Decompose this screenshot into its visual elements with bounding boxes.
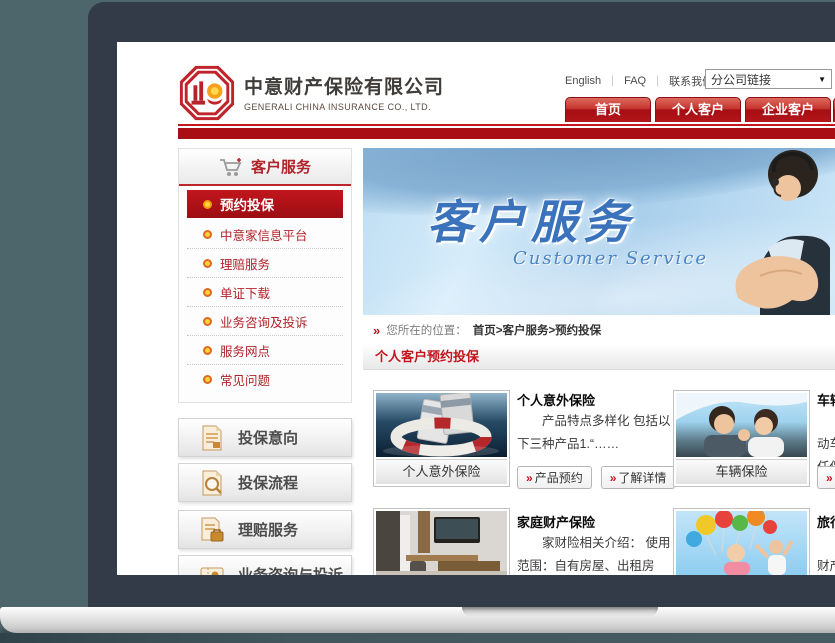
arrow-icon: »	[826, 471, 833, 485]
product-image-lifebuoy	[376, 393, 507, 457]
sidebar-menu-title: 客户服务	[251, 156, 311, 177]
laptop-latch-notch	[462, 607, 658, 616]
breadcrumb-prefix: 您所在的位置：	[386, 322, 467, 338]
product-text-home-property: 家庭财产保险 家财险相关介绍： 使用范围：自有房屋、出租房屋、其	[517, 512, 675, 575]
ticket-icon	[199, 561, 225, 576]
product-details-button[interactable]: » 了解详情	[601, 466, 676, 489]
sidebar-item-booking[interactable]: 预约投保	[187, 190, 343, 218]
separator: ｜	[652, 73, 663, 89]
product-actions-accident: » 产品预约 » 了解详情	[517, 466, 675, 489]
breadcrumb-trail[interactable]: 首页>客户服务>预约投保	[473, 322, 601, 338]
breadcrumb: » 您所在的位置： 首页>客户服务>预约投保	[363, 318, 835, 342]
product-body: 产品特点多样化 包括以下三种产品1.“……	[517, 410, 675, 456]
sidebar-button-insure-intent[interactable]: 投保意向	[178, 418, 352, 457]
tab-home[interactable]: 首页	[565, 97, 651, 122]
cart-icon	[219, 157, 243, 177]
tab-personal[interactable]: 个人客户	[655, 97, 741, 122]
product-card-vehicle[interactable]: 车辆保险	[673, 390, 810, 487]
sidebar-item-faq[interactable]: 常见问题	[187, 365, 343, 394]
product-card-accident[interactable]: 个人意外保险	[373, 390, 510, 487]
sidebar-menu-header: 客户服务	[179, 149, 351, 186]
banner: 客户服务 Customer Service	[363, 148, 835, 315]
arrow-icon: »	[526, 471, 533, 485]
sidebar-item-downloads[interactable]: 单证下载	[187, 278, 343, 307]
laptop-mockup: 中意财产保险有限公司 GENERALI CHINA INSURANCE CO.,…	[0, 0, 835, 643]
laptop-base	[0, 607, 835, 633]
form-doc-icon	[199, 424, 225, 452]
bullet-dot-icon	[203, 375, 212, 384]
sidebar-button-consult-complaint[interactable]: 业务咨询与投诉	[178, 555, 352, 575]
product-image-balloons	[676, 511, 807, 575]
company-logo-icon	[178, 64, 236, 122]
company-name-cn: 中意财产保险有限公司	[244, 72, 444, 99]
link-english[interactable]: English	[565, 75, 601, 87]
product-card-travel[interactable]	[673, 508, 810, 575]
product-body: …… 财产…… 行李……	[817, 532, 835, 575]
product-text-travel: 旅行保险 …… 财产…… 行李……	[817, 512, 835, 575]
company-name-en: GENERALI CHINA INSURANCE CO., LTD.	[244, 102, 444, 112]
banner-subtitle: Customer Service	[513, 248, 708, 269]
arrow-icon: »	[610, 471, 617, 485]
sidebar-item-consult-complaint[interactable]: 业务咨询及投诉	[187, 307, 343, 336]
bullet-dot-icon	[203, 317, 212, 326]
product-text-accident: 个人意外保险 产品特点多样化 包括以下三种产品1.“……	[517, 390, 675, 456]
company-logo[interactable]: 中意财产保险有限公司 GENERALI CHINA INSURANCE CO.,…	[178, 64, 444, 122]
sidebar-button-insure-process[interactable]: 投保流程	[178, 463, 352, 502]
bullet-dot-icon	[203, 200, 212, 209]
chevron-down-icon: ▼	[818, 75, 826, 84]
product-title[interactable]: 家庭财产保险	[517, 512, 675, 532]
banner-title: 客户服务	[427, 186, 635, 252]
header-rule-thin	[178, 124, 835, 126]
sidebar-item-service-network[interactable]: 服务网点	[187, 336, 343, 365]
product-body: 家财险相关介绍： 使用范围：自有房屋、出租房屋、其	[517, 532, 675, 575]
link-faq[interactable]: FAQ	[624, 75, 646, 87]
branch-dropdown[interactable]: 分公司链接 ▼	[705, 69, 832, 89]
customer-service-agent-illustration	[725, 148, 835, 315]
bullet-dot-icon	[203, 346, 212, 355]
bullet-dot-icon	[203, 288, 212, 297]
product-card-home-property[interactable]	[373, 508, 510, 575]
product-actions-vehicle: » 产品预约	[817, 466, 835, 489]
product-image-living-room	[376, 511, 507, 575]
doc-briefcase-icon	[199, 516, 225, 544]
section-title: 个人客户预约投保	[363, 344, 835, 370]
product-title[interactable]: 车辆保险	[817, 390, 835, 410]
separator: ｜	[607, 73, 618, 89]
laptop-screen: 中意财产保险有限公司 GENERALI CHINA INSURANCE CO.,…	[117, 42, 835, 575]
sidebar-item-claims[interactable]: 理赔服务	[187, 249, 343, 278]
doc-magnifier-icon	[199, 469, 225, 497]
main-content: 客户服务 Customer Service » 您所在的位置： 首页>客	[363, 148, 835, 575]
bullet-dot-icon	[203, 230, 212, 239]
product-title[interactable]: 旅行保险	[817, 512, 835, 532]
sidebar-menu: 预约投保 中意家信息平台 理赔服务 单证下载 业务咨询及投诉	[179, 186, 351, 402]
sidebar-item-zhongyijia-platform[interactable]: 中意家信息平台	[187, 220, 343, 249]
backdrop-floor	[0, 633, 835, 643]
sidebar: 客户服务 预约投保 中意家信息平台 理赔服务 单证下载	[178, 148, 352, 403]
product-book-button[interactable]: » 产品预约	[517, 466, 592, 489]
product-image-couple-car	[676, 393, 807, 457]
product-caption: 个人意外保险	[376, 459, 507, 484]
tab-corporate[interactable]: 企业客户	[745, 97, 831, 122]
product-book-button[interactable]: » 产品预约	[817, 466, 835, 489]
header-rule-thick	[178, 128, 835, 139]
branch-dropdown-value: 分公司链接	[711, 71, 771, 88]
double-arrow-icon: »	[373, 323, 380, 338]
sidebar-button-claims[interactable]: 理赔服务	[178, 510, 352, 549]
utility-links: English ｜ FAQ ｜ 联系我们	[565, 73, 713, 89]
product-title[interactable]: 个人意外保险	[517, 390, 675, 410]
bullet-dot-icon	[203, 259, 212, 268]
product-caption: 车辆保险	[676, 459, 807, 484]
